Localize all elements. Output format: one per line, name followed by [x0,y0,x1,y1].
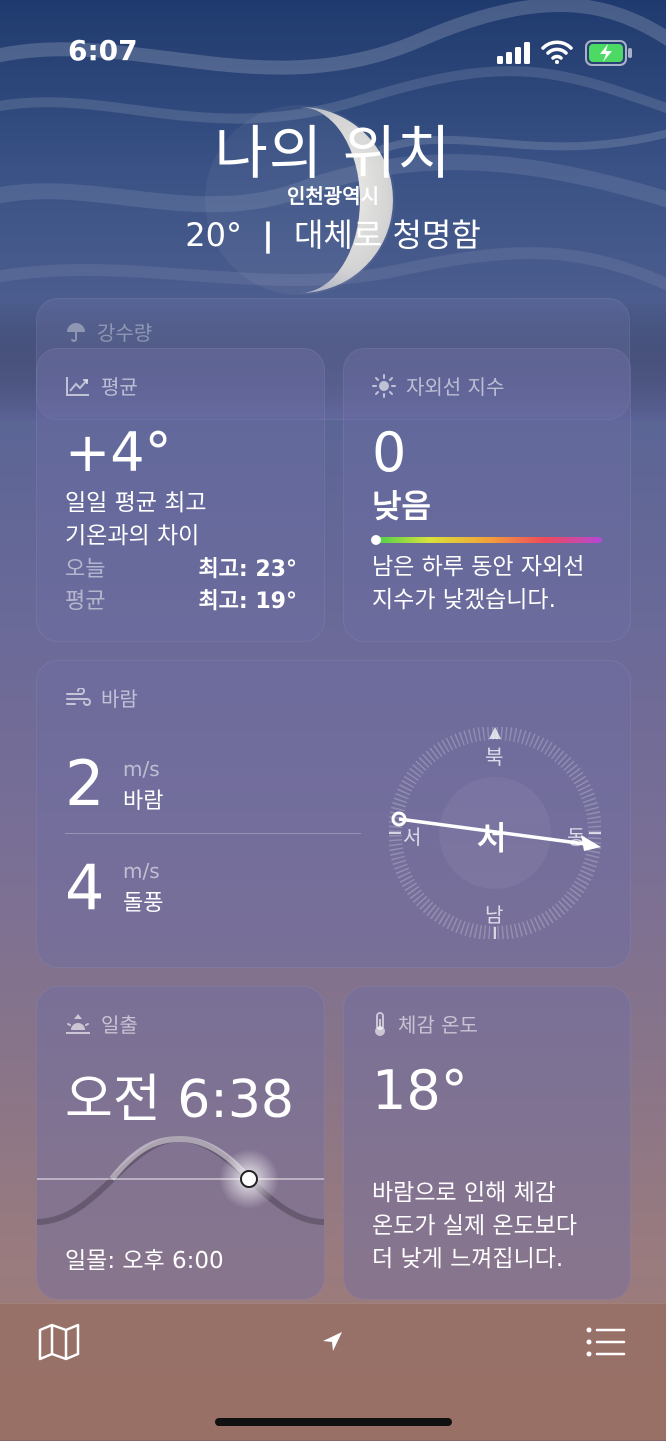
feels-like-desc-line2: 온도가 실제 온도보다 [372,1213,578,1239]
today-value: 최고: 23° [198,557,297,582]
wind-label: 바람 [101,687,138,711]
feels-like-desc-line1: 바람으로 인해 체감 [372,1180,556,1206]
sun-icon [372,373,396,398]
wind-divider [65,833,361,834]
current-weather-summary: 20° | 대체로 청명함 [0,210,666,256]
feels-like-description: 바람으로 인해 체감 온도가 실제 온도보다 더 낮게 느껴집니다. [372,1177,577,1276]
sunrise-time: 오전 6:38 [65,1070,294,1130]
average-value: +4° [65,421,172,484]
uv-desc-line1: 남은 하루 동안 자외선 [372,554,585,580]
feels-like-card[interactable]: 체감 온도 18° 바람으로 인해 체감 온도가 실제 온도보다 더 낮게 느껴… [343,986,631,1300]
avg-label: 평균 [65,589,106,614]
precipitation-label: 강수량 [97,321,153,345]
sun-position-marker [240,1170,258,1188]
feels-like-value: 18° [372,1059,468,1122]
city-name: 인천광역시 [287,184,379,208]
trend-chart-icon [65,375,91,397]
sunset-time: 일몰: 오후 6:00 [65,1248,224,1274]
bottom-toolbar [0,1303,666,1441]
average-card[interactable]: 평균 +4° 일일 평균 최고 기온과의 차이 오늘 최고: 23° 평균 최고… [36,348,325,642]
location-title: 나의 위치 [214,119,452,187]
uv-desc-line2: 지수가 낮겠습니다. [372,587,556,613]
current-condition: 대체로 청명함 [293,216,481,254]
avg-value: 최고: 19° [198,589,297,614]
average-label: 평균 [101,375,138,399]
wifi-icon [541,40,573,68]
wind-speed-value: 2 [65,747,105,820]
wind-icon [65,687,91,708]
wind-speed-unit: m/s [123,757,160,781]
uv-index-card[interactable]: 자외선 지수 0 낮음 남은 하루 동안 자외선 지수가 낮겠습니다. [343,348,631,642]
map-icon[interactable] [38,1322,80,1366]
umbrella-icon [65,321,87,343]
compass-west: 서 [403,825,422,849]
compass-north: 북 [485,745,504,769]
average-desc-line1: 일일 평균 최고 [65,490,207,516]
list-icon[interactable] [586,1326,626,1362]
sun-path-chart [37,1127,324,1237]
compass-south: 남 [485,903,504,927]
feels-like-desc-line3: 더 낮게 느껴집니다. [372,1246,564,1272]
home-indicator [215,1418,452,1426]
location-arrow-icon[interactable] [320,1330,344,1358]
uv-level: 낮음 [372,487,431,525]
average-avg-row: 평균 최고: 19° [65,583,297,615]
sunrise-label: 일출 [101,1013,138,1037]
average-desc-line2: 기온과의 차이 [65,523,200,549]
wind-speed-label: 바람 [123,789,164,814]
feels-like-label: 체감 온도 [398,1013,478,1037]
sunrise-icon [65,1012,91,1036]
battery-charging-icon [585,40,633,70]
sunrise-card[interactable]: 일출 오전 6:38 일몰: 오후 6:00 [36,986,325,1300]
average-today-row: 오늘 최고: 23° [65,551,297,583]
uv-label: 자외선 지수 [406,375,505,399]
average-description: 일일 평균 최고 기온과의 차이 [65,487,207,553]
compass-center-direction: 서 [477,819,507,857]
gust-value: 4 [65,851,105,924]
thermometer-icon [372,1011,388,1037]
today-label: 오늘 [65,557,106,582]
status-bar: 6:07 [0,0,666,100]
wind-card[interactable]: 바람 2 m/s 바람 4 m/s 돌풍 북 동 남 서 서 [36,660,631,968]
compass-east: 동 [567,825,586,849]
current-temp: 20° [185,216,242,254]
uv-description: 남은 하루 동안 자외선 지수가 낮겠습니다. [372,551,584,617]
status-time: 6:07 [68,34,138,67]
summary-separator: | [262,216,274,254]
uv-scale-indicator [371,535,381,545]
wind-compass: 북 동 남 서 서 [388,726,602,940]
gust-unit: m/s [123,859,160,883]
uv-scale-bar [371,535,602,545]
gust-label: 돌풍 [123,891,164,916]
signal-icon [497,42,531,68]
uv-value: 0 [372,421,407,484]
